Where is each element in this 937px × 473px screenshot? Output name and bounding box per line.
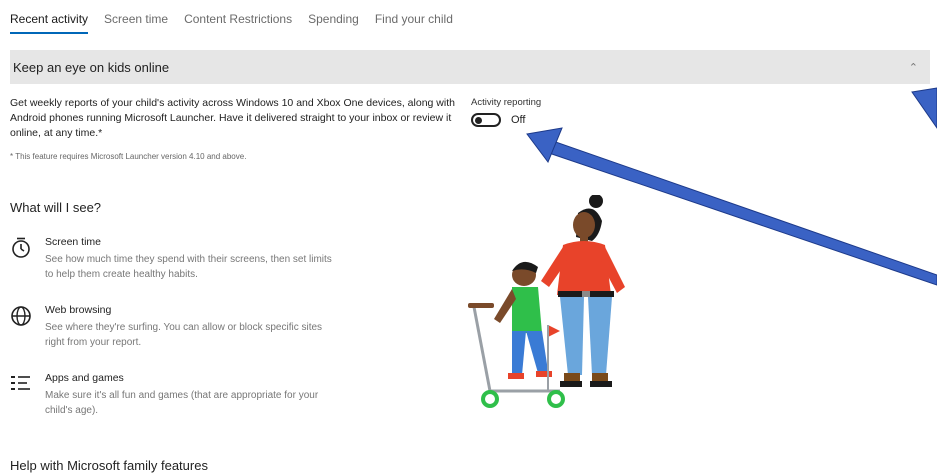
section-header[interactable]: Keep an eye on kids online ⌃ <box>10 50 930 84</box>
apps-list-icon <box>11 376 30 390</box>
toggle-knob <box>475 116 482 124</box>
tab-content-restrictions[interactable]: Content Restrictions <box>184 12 292 34</box>
feature-description: See where they're surfing. You can allow… <box>45 322 323 348</box>
tab-bar: Recent activity Screen time Content Rest… <box>10 12 469 34</box>
what-will-i-see-heading: What will I see? <box>10 200 102 215</box>
section-description: Get weekly reports of your child's activ… <box>10 97 455 140</box>
activity-reporting-control: Off <box>471 113 525 127</box>
tab-recent-activity[interactable]: Recent activity <box>10 12 89 34</box>
annotation-arrow-chevron <box>911 87 937 129</box>
activity-reporting-label: Activity reporting <box>471 97 542 108</box>
globe-icon <box>11 306 31 326</box>
tab-screen-time[interactable]: Screen time <box>104 12 168 34</box>
tab-spending[interactable]: Spending <box>308 12 359 34</box>
feature-requirement-note: * This feature requires Microsoft Launch… <box>10 152 247 161</box>
activity-reporting-toggle[interactable] <box>471 113 501 127</box>
feature-title: Web browsing <box>45 304 112 316</box>
feature-description: Make sure it's all fun and games (that a… <box>45 390 319 416</box>
feature-description: See how much time they spend with their … <box>45 254 332 280</box>
chevron-up-icon[interactable]: ⌃ <box>909 61 918 74</box>
family-illustration <box>468 195 625 408</box>
activity-reporting-state: Off <box>511 114 526 126</box>
help-heading: Help with Microsoft family features <box>10 458 208 473</box>
feature-title: Apps and games <box>45 372 124 384</box>
section-title: Keep an eye on kids online <box>13 59 170 75</box>
timer-icon <box>12 237 30 258</box>
tab-find-your-child[interactable]: Find your child <box>375 12 453 34</box>
feature-title: Screen time <box>45 236 102 248</box>
